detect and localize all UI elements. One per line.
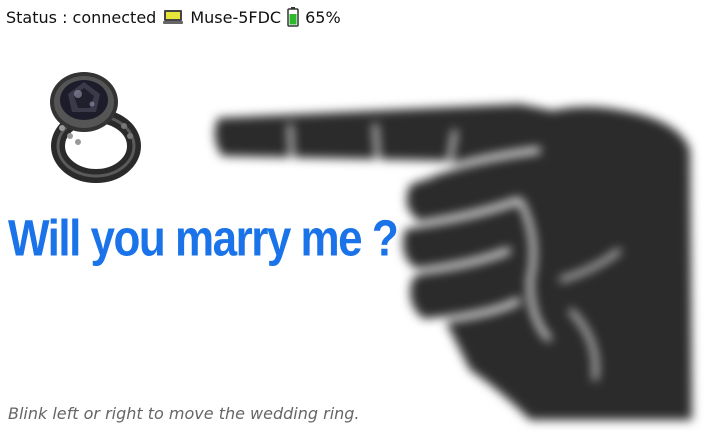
battery-percent: 65% [305,7,341,27]
monitor-icon [162,8,184,26]
app-window: Status : connected Muse-5FDC 65% Will yo… [0,0,705,434]
instruction-text: Blink left or right to move the wedding … [8,404,360,423]
wedding-ring-image [44,66,142,186]
headline: Will you marry me ? [8,210,399,267]
device-name: Muse-5FDC [190,7,282,27]
status-label: Status : connected [6,7,157,27]
status-bar: Status : connected Muse-5FDC 65% [6,6,341,28]
battery-icon [287,7,299,27]
